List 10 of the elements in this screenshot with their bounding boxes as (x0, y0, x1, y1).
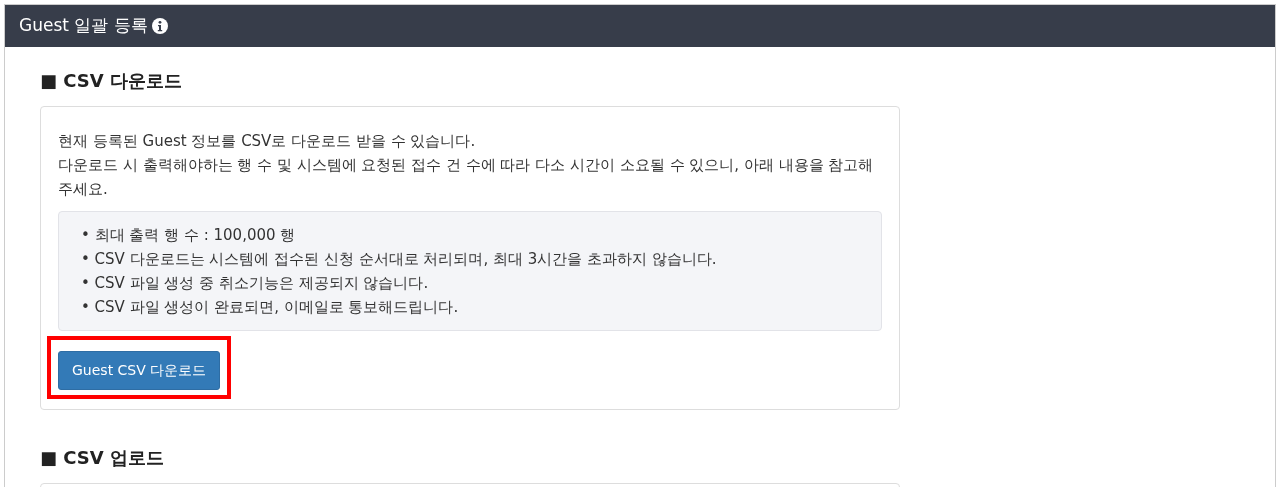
download-button[interactable]: Guest CSV 다운로드 (58, 351, 221, 390)
note-item: • CSV 다운로드는 시스템에 접수된 신청 순서대로 처리되며, 최대 3시간을 초과하지 않습니다. (81, 249, 718, 270)
panel-title: Guest 일괄 등록 (19, 14, 148, 38)
info-icon[interactable] (151, 18, 168, 34)
note-item: • 최대 출력 행 수 : 100,000 행 (81, 225, 297, 246)
note-item: • CSV 파일 생성이 완료되면, 이메일로 통보해드립니다. (81, 297, 460, 318)
section-heading: ■ CSV 다운로드 (40, 69, 183, 93)
description-text: 현재 등록된 Guest 정보를 CSV로 다운로드 받을 수 있습니다. 다운로드 시 출력해야하는 행 수 및 시스템에 요청된 접수 건 수에 따라 다소 시간이 소요될 수 있으니, 아래 내용을 참고해주세요. (58, 131, 875, 200)
note-item: • CSV 파일 생성 중 취소기능은 제공되지 않습니다. (81, 273, 430, 294)
section-heading: ■ CSV 업로드 (40, 446, 165, 470)
